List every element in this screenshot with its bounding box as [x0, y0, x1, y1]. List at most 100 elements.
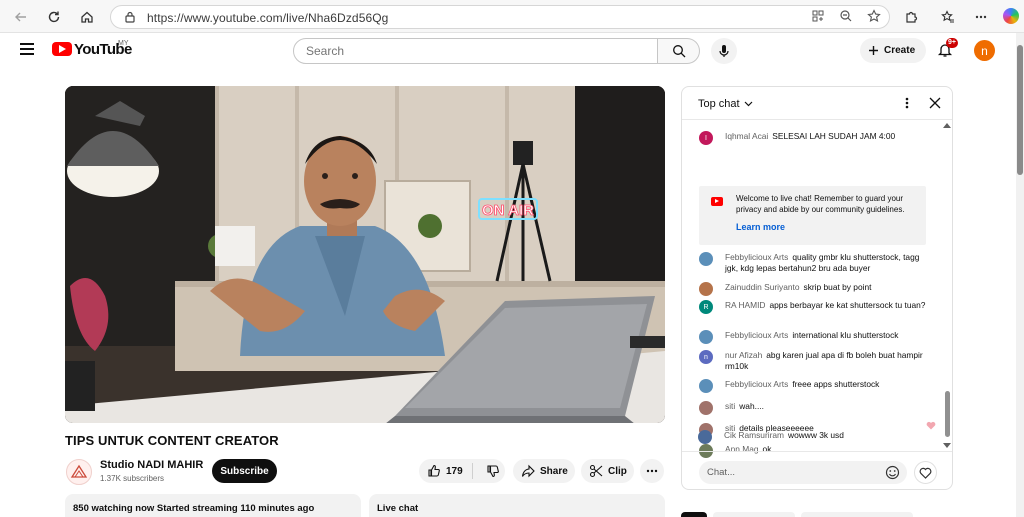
chat-author[interactable]: Febbylicioux Arts: [725, 330, 788, 340]
search-box[interactable]: [293, 38, 658, 64]
filter-chip[interactable]: [801, 512, 913, 517]
video-frame: ON AIR: [65, 86, 665, 423]
refresh-icon: [48, 11, 60, 23]
extensions-button[interactable]: [900, 6, 922, 28]
chat-avatar[interactable]: I: [699, 131, 713, 145]
chat-header: Top chat: [682, 87, 952, 120]
more-vertical-icon[interactable]: [902, 96, 912, 110]
search-input[interactable]: [294, 39, 657, 63]
chat-text: apps berbayar ke kat shuttersock tu tuan…: [769, 300, 926, 310]
chat-author[interactable]: Zainuddin Suriyanto: [725, 282, 800, 292]
more-horizontal-icon: [646, 469, 658, 473]
url-text[interactable]: https://www.youtube.com/live/Nha6Dzd56Qg: [147, 11, 388, 25]
chat-author[interactable]: Cik Ramsuriram: [724, 430, 784, 440]
scroll-down-icon[interactable]: [943, 443, 951, 448]
filter-chip[interactable]: [713, 512, 795, 517]
channel-avatar[interactable]: [66, 459, 92, 485]
emoji-icon[interactable]: [885, 465, 900, 480]
notice-text: Welcome to live chat! Remember to guard …: [736, 194, 905, 214]
close-icon[interactable]: [928, 96, 942, 110]
chat-message: Zainuddin Suriyanto skrip buat by point: [699, 282, 929, 296]
chat-messages: I Iqhmal Acai SELESAI LAH SUDAH JAM 4:00 …: [682, 121, 952, 458]
youtube-play-icon: [711, 197, 723, 206]
chat-text: wah....: [739, 401, 764, 411]
live-chat-box[interactable]: Live chat: [369, 494, 665, 517]
chat-mode-dropdown[interactable]: Top chat: [698, 98, 753, 110]
video-player[interactable]: ON AIR: [65, 86, 665, 423]
chat-input-area: [682, 451, 952, 489]
thumbs-down-icon[interactable]: [486, 464, 500, 478]
channel-name[interactable]: Studio NADI MAHIR: [100, 459, 203, 471]
more-actions-button[interactable]: [640, 459, 664, 483]
lock-icon[interactable]: [123, 10, 137, 24]
create-button[interactable]: Create: [860, 38, 926, 63]
chat-avatar[interactable]: [699, 252, 713, 266]
favorites-star-icon: [941, 10, 954, 23]
chat-text: skrip buat by point: [803, 282, 872, 292]
chat-author[interactable]: Febbylicioux Arts: [725, 252, 788, 262]
apps-grid-icon[interactable]: [811, 9, 825, 23]
share-button[interactable]: Share: [513, 459, 575, 483]
address-bar[interactable]: https://www.youtube.com/live/Nha6Dzd56Qg: [110, 5, 890, 29]
star-icon[interactable]: [867, 9, 881, 23]
filter-chip[interactable]: [681, 512, 707, 517]
arrow-left-icon: [15, 12, 26, 22]
copilot-icon[interactable]: [1003, 8, 1019, 24]
learn-more-link[interactable]: Learn more: [736, 222, 785, 232]
favorites-button[interactable]: [937, 6, 959, 28]
chat-avatar[interactable]: [699, 330, 713, 344]
chat-avatar[interactable]: [699, 401, 713, 415]
voice-search-button[interactable]: [711, 38, 737, 64]
address-bar-actions: [811, 9, 881, 23]
chat-mode-label: Top chat: [698, 98, 740, 110]
chat-author[interactable]: Febbylicioux Arts: [725, 379, 788, 389]
description-box[interactable]: 850 watching now Started streaming 110 m…: [65, 494, 361, 517]
zoom-out-icon[interactable]: [839, 9, 853, 23]
chat-author[interactable]: siti: [725, 401, 735, 411]
chat-avatar[interactable]: n: [699, 350, 713, 364]
live-chat-label: Live chat: [377, 503, 419, 514]
chat-message: siti wah....: [699, 401, 929, 415]
home-button[interactable]: [76, 6, 98, 28]
page-scrollbar-thumb[interactable]: [1017, 45, 1023, 175]
chat-avatar[interactable]: [698, 430, 712, 444]
heart-reaction-icon: [926, 421, 936, 430]
chat-input[interactable]: [699, 461, 907, 484]
chat-author[interactable]: RA HAMID: [725, 300, 765, 310]
like-count[interactable]: 179: [446, 466, 463, 477]
chat-avatar[interactable]: R: [699, 300, 713, 314]
thumbs-up-icon[interactable]: [427, 464, 441, 478]
chat-author[interactable]: nur Afizah: [725, 350, 762, 360]
refresh-button[interactable]: [43, 6, 65, 28]
share-icon: [521, 464, 535, 478]
chat-message: Cik Ramsuriram wowww 3k usd: [698, 430, 928, 444]
chat-message: I Iqhmal Acai SELESAI LAH SUDAH JAM 4:00: [699, 131, 929, 145]
search-button[interactable]: [658, 38, 700, 64]
chat-avatar[interactable]: [699, 379, 713, 393]
clip-button[interactable]: Clip: [581, 459, 634, 483]
heart-button[interactable]: [914, 461, 937, 484]
plus-icon: [869, 46, 878, 55]
chat-text: SELESAI LAH SUDAH JAM 4:00: [772, 131, 896, 141]
chat-scrollbar-thumb[interactable]: [945, 391, 950, 437]
microphone-icon: [719, 45, 729, 57]
back-button[interactable]: [10, 6, 32, 28]
youtube-logo-icon[interactable]: [52, 42, 72, 56]
browser-menu-button[interactable]: [970, 6, 992, 28]
subscriber-count: 1.37K subscribers: [100, 474, 165, 483]
youtube-header: YouTube MY Create 9+ n: [0, 33, 1016, 67]
page-scrollbar[interactable]: [1016, 33, 1024, 517]
create-label: Create: [884, 45, 916, 56]
chat-author[interactable]: Iqhmal Acai: [725, 131, 768, 141]
region-code: MY: [118, 40, 129, 47]
video-title: TIPS UNTUK CONTENT CREATOR: [65, 433, 279, 448]
scroll-up-icon[interactable]: [943, 123, 951, 128]
chat-message: R RA HAMID apps berbayar ke kat shutterso…: [699, 300, 929, 314]
account-avatar[interactable]: n: [974, 40, 995, 61]
menu-icon[interactable]: [20, 43, 34, 55]
chat-scrollbar[interactable]: [942, 123, 952, 448]
subscribe-button[interactable]: Subscribe: [212, 459, 277, 483]
chat-avatar[interactable]: [699, 282, 713, 296]
chat-message: n nur Afizah abg karen jual apa di fb bol…: [699, 350, 929, 372]
chat-text: wowww 3k usd: [788, 430, 844, 440]
